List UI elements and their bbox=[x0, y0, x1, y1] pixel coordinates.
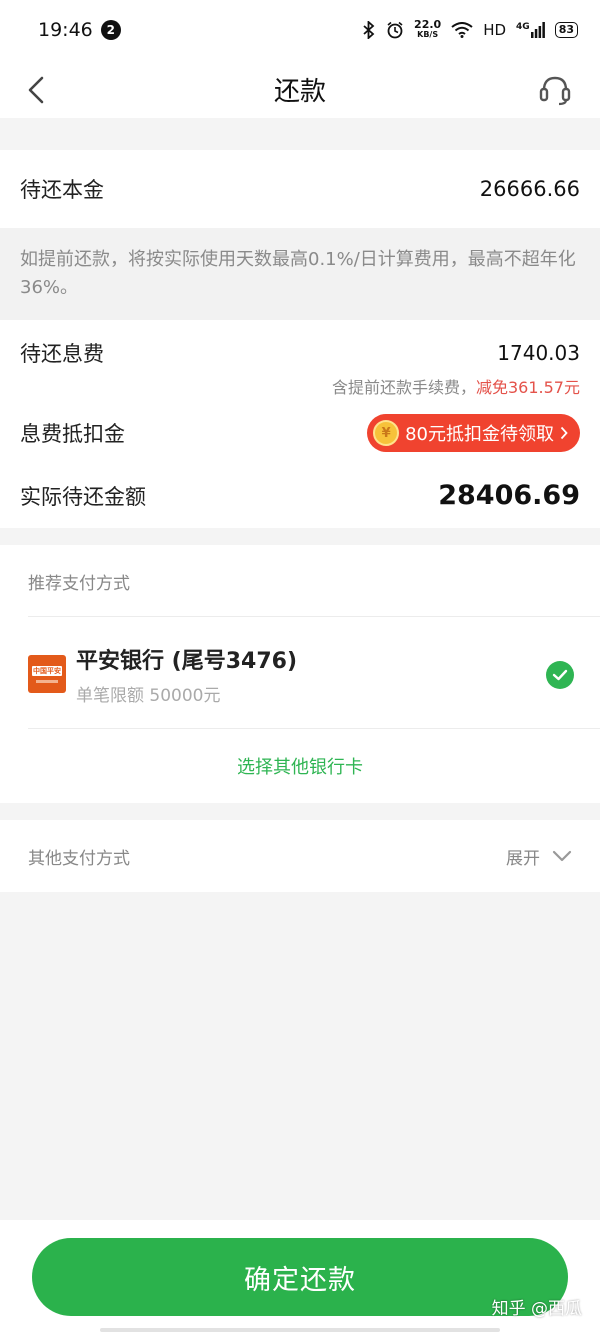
expand-toggle[interactable]: 展开 bbox=[506, 844, 572, 869]
status-bar: 19:46 2 22.0 KB/S HD 4G 83 bbox=[0, 0, 600, 60]
battery-indicator: 83 bbox=[554, 22, 578, 38]
confirm-repay-button[interactable]: 确定还款 bbox=[32, 1238, 568, 1316]
chevron-left-icon bbox=[28, 76, 44, 104]
notification-badge: 2 bbox=[100, 20, 121, 40]
bank-logo-text: 中国平安 bbox=[32, 665, 62, 676]
net-speed: 22.0 KB/S bbox=[414, 18, 442, 40]
bank-name: 平安银行 (尾号3476) bbox=[76, 649, 297, 674]
back-button[interactable] bbox=[18, 72, 54, 108]
bank-logo-stripe bbox=[36, 679, 58, 683]
expand-label: 展开 bbox=[506, 848, 540, 869]
cell-signal: 4G bbox=[516, 22, 545, 38]
nav-bar: 还款 bbox=[0, 60, 600, 118]
principal-row: 待还本金 26666.66 bbox=[0, 150, 600, 228]
cell-label: 4G bbox=[516, 22, 530, 32]
chevron-down-icon bbox=[552, 850, 572, 862]
payment-block: 推荐支付方式 中国平安 平安银行 (尾号3476) 单笔限额 50000元 选择… bbox=[0, 545, 600, 803]
actual-amount-label: 实际待还金额 bbox=[20, 484, 146, 509]
fee-block: 待还息费 1740.03 含提前还款手续费，减免361.57元 息费抵扣金 ¥ … bbox=[0, 320, 600, 528]
signal-icon bbox=[530, 22, 545, 38]
interest-row: 待还息费 1740.03 bbox=[20, 338, 580, 368]
net-speed-value: 22.0 bbox=[414, 18, 442, 31]
chevron-right-icon bbox=[560, 426, 568, 440]
principal-value: 26666.66 bbox=[479, 177, 580, 201]
status-left: 19:46 2 bbox=[38, 19, 121, 41]
coupon-label: 息费抵扣金 bbox=[20, 422, 125, 446]
divider bbox=[28, 728, 600, 729]
other-payment-label: 其他支付方式 bbox=[28, 848, 130, 869]
coin-icon: ¥ bbox=[373, 420, 400, 446]
interest-value: 1740.03 bbox=[497, 341, 580, 365]
select-other-card-link[interactable]: 选择其他银行卡 bbox=[0, 753, 600, 779]
alarm-icon bbox=[387, 21, 403, 39]
actual-amount-value: 28406.69 bbox=[438, 480, 580, 511]
bank-logo: 中国平安 bbox=[28, 655, 66, 693]
actual-amount-row: 实际待还金额 28406.69 bbox=[20, 480, 580, 511]
page-title: 还款 bbox=[273, 76, 326, 107]
customer-service-button[interactable] bbox=[536, 72, 574, 108]
recommended-header: 推荐支付方式 bbox=[28, 574, 130, 594]
watermark: 知乎 @西瓜 bbox=[491, 1299, 582, 1319]
net-speed-unit: KB/S bbox=[417, 30, 439, 39]
hd-label: HD bbox=[483, 21, 507, 39]
home-indicator bbox=[100, 1328, 500, 1332]
fee-note: 含提前还款手续费，减免361.57元 bbox=[332, 374, 580, 398]
coupon-row: 息费抵扣金 ¥ 80元抵扣金待领取 bbox=[20, 414, 580, 452]
interest-label: 待还息费 bbox=[20, 342, 104, 366]
coupon-text: 80元抵扣金待领取 bbox=[405, 424, 554, 445]
selected-check-icon bbox=[546, 661, 574, 689]
principal-label: 待还本金 bbox=[20, 178, 104, 202]
fee-note-prefix: 含提前还款手续费， bbox=[331, 378, 476, 397]
bluetooth-icon bbox=[363, 21, 375, 39]
headset-icon bbox=[539, 76, 571, 106]
status-right: 22.0 KB/S HD 4G 83 bbox=[362, 18, 578, 40]
status-time: 19:46 bbox=[38, 19, 93, 41]
bank-limit: 单笔限额 50000元 bbox=[76, 686, 221, 706]
early-repay-notice: 如提前还款，将按实际使用天数最高0.1%/日计算费用，最高不超年化36%。 bbox=[0, 228, 600, 320]
fee-discount: 减免361.57元 bbox=[476, 378, 580, 397]
other-payment-row[interactable]: 其他支付方式 展开 bbox=[0, 820, 600, 892]
claim-coupon-button[interactable]: ¥ 80元抵扣金待领取 bbox=[367, 414, 580, 452]
wifi-icon bbox=[451, 22, 473, 38]
